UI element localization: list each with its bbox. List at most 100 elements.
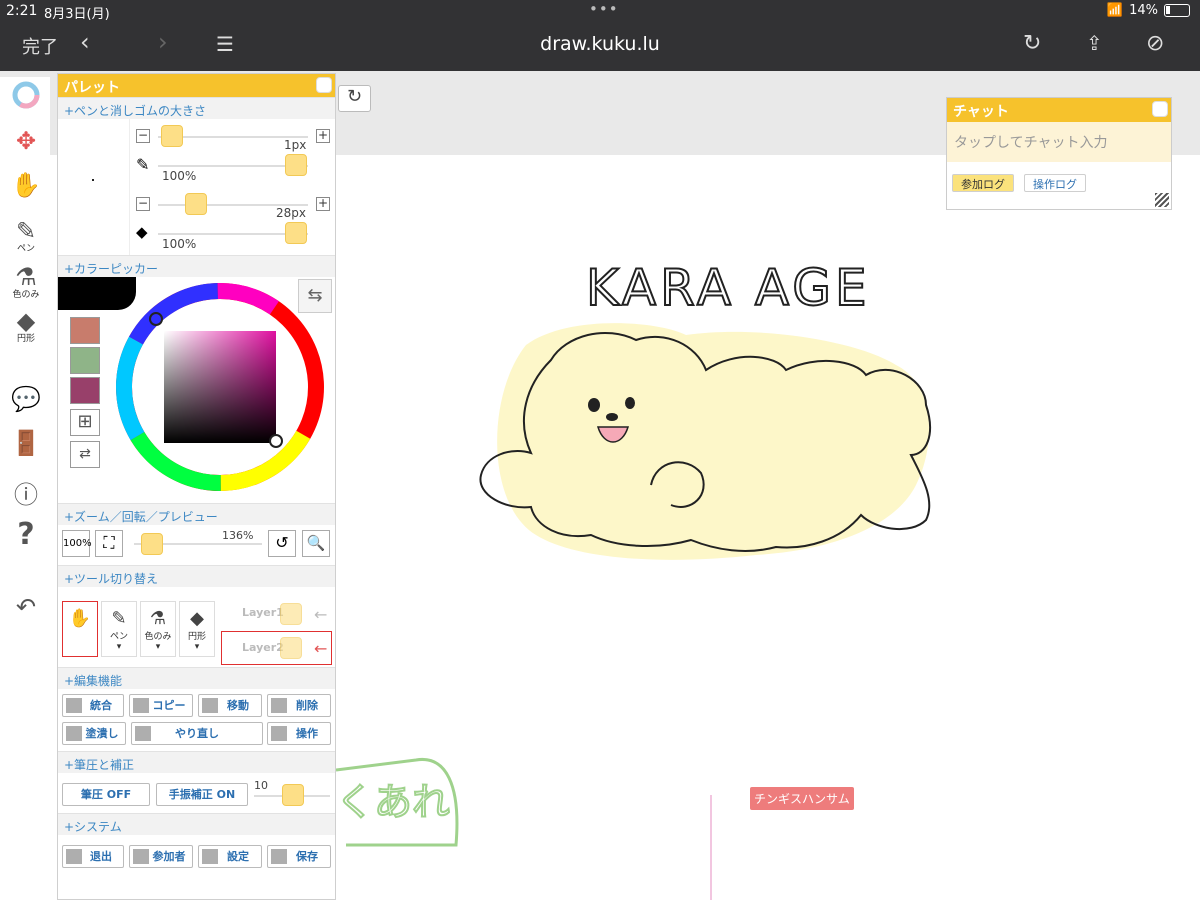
section-color-picker[interactable]: +カラーピッカー [58, 255, 335, 277]
layer-1-row[interactable]: Layer1 ← [222, 601, 332, 627]
move-icon[interactable]: ✥ [4, 127, 48, 155]
layer-2-opacity[interactable] [280, 637, 302, 659]
settings-button[interactable]: 設定 [198, 845, 262, 868]
multitask-dots-icon[interactable]: ••• [589, 0, 619, 18]
color-swatch-2[interactable] [70, 347, 100, 374]
tool-pen[interactable]: ✎ ペン ▾ [101, 601, 137, 657]
fit-screen-icon[interactable]: ⛶ [95, 530, 123, 557]
redo-icon [135, 726, 151, 741]
chat-input[interactable]: タップしてチャット入力 [947, 122, 1171, 162]
exit-button[interactable]: 退出 [62, 845, 124, 868]
color-wheel-icon[interactable] [4, 81, 48, 115]
exit-icon [66, 849, 82, 864]
eraser-opacity-slider[interactable] [285, 222, 307, 244]
eraser-icon: ◆ [190, 608, 204, 629]
tool-color-only[interactable]: ⚗ 色のみ ▾ [140, 601, 176, 657]
delete-button[interactable]: 削除 [267, 694, 331, 717]
merge-button[interactable]: 統合 [62, 694, 124, 717]
pen-tool-icon[interactable]: ✎ ペン [4, 217, 48, 254]
redo-button[interactable]: やり直し [131, 722, 263, 745]
chat-bubble-icon[interactable]: 💬 [4, 385, 48, 413]
section-pressure[interactable]: +筆圧と補正 [58, 751, 335, 773]
save-button[interactable]: 保存 [267, 845, 331, 868]
pen-opacity-icon: ✎ [136, 155, 150, 174]
chat-title: チャット [953, 104, 1009, 120]
section-edit[interactable]: +編集機能 [58, 667, 335, 689]
pen-size-slider[interactable] [161, 125, 183, 147]
exit-door-icon[interactable]: 🚪 [4, 429, 48, 457]
status-time: 2:21 [6, 3, 38, 19]
palette-close-toggle[interactable] [316, 77, 332, 93]
section-tools[interactable]: +ツール切り替え [58, 565, 335, 587]
layer-2-row[interactable]: Layer2 ← [221, 631, 332, 665]
fill-button[interactable]: 塗潰し [62, 722, 126, 745]
ops-log-tab[interactable]: 操作ログ [1024, 174, 1086, 192]
members-button[interactable]: 参加者 [129, 845, 193, 868]
eraser-size-slider[interactable] [185, 193, 207, 215]
pen-opacity-value: 100% [162, 169, 197, 183]
pressure-off-button[interactable]: 筆圧 OFF [62, 783, 150, 806]
pen-size-minus[interactable]: − [136, 129, 150, 143]
undo-icon[interactable]: ↶ [4, 593, 48, 621]
add-swatch-icon[interactable]: ⊞ [70, 409, 100, 436]
reload-icon[interactable]: ↻ [1023, 31, 1041, 56]
correction-slider[interactable] [282, 784, 304, 806]
dog-eye-left [588, 398, 600, 412]
tool-circle-label: 円形 [187, 632, 206, 642]
move-button[interactable]: 移動 [198, 694, 262, 717]
brush-preview [58, 119, 130, 255]
zoom-slider[interactable] [141, 533, 163, 555]
eyedropper-icon[interactable]: ⚗ 色のみ [4, 263, 48, 300]
download-icon [271, 849, 287, 864]
section-system[interactable]: +システム [58, 813, 335, 835]
edit-block: 統合 コピー 移動 削除 塗潰し やり直し 操作 [58, 689, 335, 751]
chat-close-toggle[interactable] [1152, 101, 1168, 117]
dog-eye-right [625, 397, 635, 409]
draw-page: KARA AGE くあれ チンギスハンサム ↻ ✥ ✋ ✎ ペン ⚗ 色のみ ◆ 円形… [0, 71, 1200, 900]
dog-nose [606, 413, 618, 421]
star-icon [271, 726, 287, 741]
wifi-icon: 📶 [1106, 3, 1124, 18]
chat-resize-handle[interactable] [1155, 193, 1169, 207]
share-icon[interactable]: ⇪ [1086, 31, 1103, 55]
tool-hand[interactable]: ✋ [62, 601, 98, 657]
layer-1-label: Layer1 [242, 606, 284, 619]
color-picker-block: ⊞ ⇄ ⇆ [58, 277, 335, 503]
section-zoom[interactable]: +ズーム／回転／プレビュー [58, 503, 335, 525]
eraser-size-minus[interactable]: − [136, 197, 150, 211]
tool-circle[interactable]: ◆ 円形 ▾ [179, 601, 215, 657]
color-only-label: 色のみ [12, 290, 40, 300]
canvas-title-text: KARA AGE [586, 259, 871, 317]
pen-size-value: 1px [284, 138, 307, 152]
rotate-reset-icon[interactable]: ↺ [268, 530, 296, 557]
pen-size-plus[interactable]: + [316, 129, 330, 143]
layer-1-opacity[interactable] [280, 603, 302, 625]
section-size[interactable]: +ペンと消しゴムの大きさ [58, 97, 335, 119]
battery-icon [1164, 4, 1190, 17]
operations-button[interactable]: 操作 [267, 722, 331, 745]
compass-icon[interactable]: ⊘ [1146, 31, 1164, 56]
info-icon[interactable]: ⓘ [4, 475, 48, 510]
color-swatch-3[interactable] [70, 377, 100, 404]
color-swap-icon[interactable]: ⇆ [298, 279, 332, 313]
eraser-size-plus[interactable]: + [316, 197, 330, 211]
join-log-tab[interactable]: 参加ログ [952, 174, 1014, 192]
dog-fill [497, 323, 930, 560]
color-swatch-1[interactable] [70, 317, 100, 344]
correction-on-button[interactable]: 手振補正 ON [156, 783, 248, 806]
zoom-100-button[interactable]: 100% [62, 530, 92, 557]
pen-opacity-slider[interactable] [285, 154, 307, 176]
color-wheel[interactable] [114, 281, 326, 493]
sv-marker[interactable] [269, 434, 283, 448]
hand-icon[interactable]: ✋ [4, 171, 48, 199]
swap-swatch-icon[interactable]: ⇄ [70, 441, 100, 468]
zoom-block: 100% ⛶ 136% ↺ 🔍 [58, 525, 335, 565]
preview-search-icon[interactable]: 🔍 [302, 530, 330, 557]
url-bar[interactable]: draw.kuku.lu [0, 33, 1200, 55]
help-icon[interactable]: ? [4, 517, 48, 552]
rotate-reset-button[interactable]: ↻ [338, 85, 371, 112]
copy-button[interactable]: コピー [129, 694, 193, 717]
status-date: 8月3日(月) [44, 7, 110, 22]
gear-icon [202, 849, 218, 864]
eraser-icon[interactable]: ◆ 円形 [4, 307, 48, 344]
